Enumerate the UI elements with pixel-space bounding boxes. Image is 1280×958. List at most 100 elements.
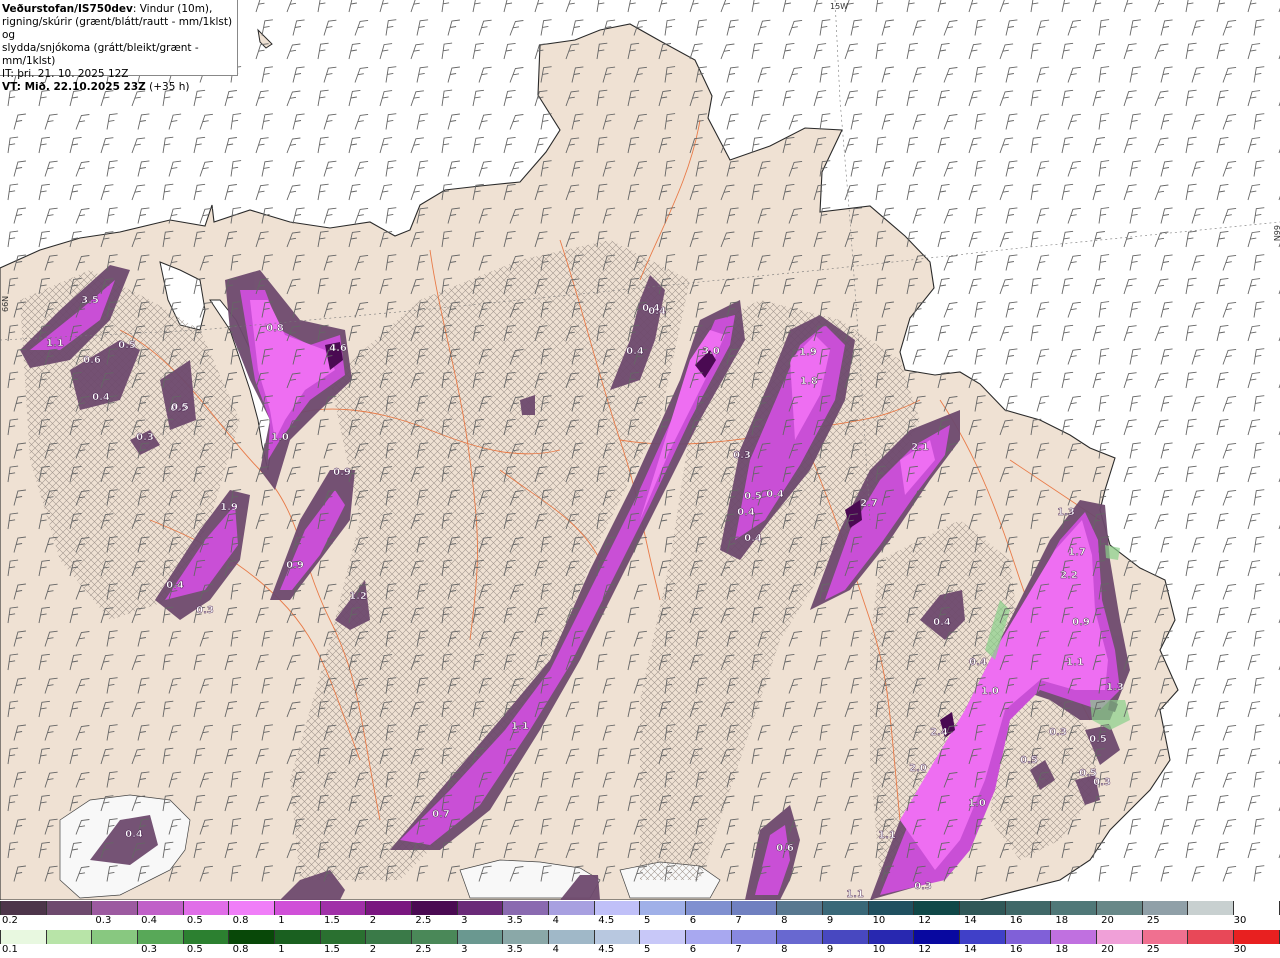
legend-swatch <box>46 930 93 944</box>
legend-swatch <box>183 901 230 915</box>
legend-swatch <box>1097 901 1143 915</box>
legend-swatch <box>457 901 504 915</box>
legend-label: 0.5 <box>186 944 203 955</box>
legend-swatch <box>412 901 458 915</box>
legend-swatch <box>275 901 321 915</box>
legend-label: 9 <box>826 944 834 955</box>
precip-value-label: 0.4 <box>125 829 143 840</box>
legend-label: 1.5 <box>324 915 340 926</box>
legend-label: 1.5 <box>324 944 340 955</box>
valid-time: VT: Mið. 22.10.2025 23Z <box>2 81 146 93</box>
legend-swatch <box>914 930 961 944</box>
precip-value-label: 1.1 <box>1066 657 1084 668</box>
legend-label: 3.5 <box>506 915 523 926</box>
legend-swatch <box>229 901 276 915</box>
legend-label: 30 <box>1233 915 1247 926</box>
legend-label: 4 <box>552 915 559 926</box>
precip-value-label: 1.1 <box>46 338 64 349</box>
legend-label: 3.5 <box>506 944 523 955</box>
legend-label: 6 <box>689 915 697 926</box>
legend-label: 18 <box>1055 944 1069 955</box>
legend-swatch <box>960 930 1006 944</box>
precip-value-label: 0.3 <box>1093 777 1111 788</box>
precip-value-label: 1.3 <box>1106 682 1124 693</box>
legend-swatch <box>777 930 824 944</box>
legend-swatch <box>138 901 184 915</box>
legend-swatch <box>1142 901 1189 915</box>
legend-swatch <box>0 901 47 915</box>
precip-value-label: 0.6 <box>776 843 794 854</box>
legend-label: 4.5 <box>598 915 615 926</box>
snow-legend-swatches <box>0 901 1280 915</box>
legend-swatch <box>183 930 230 944</box>
legend-label: 0.1 <box>2 944 18 955</box>
precip-value-label: 0.9 <box>333 467 351 478</box>
legend-swatch <box>0 930 47 944</box>
precip-value-label: 0.4 <box>648 306 666 317</box>
precip-value-label: 0.4 <box>766 489 784 500</box>
precip-value-label: 0.3 <box>733 450 751 461</box>
legend-swatch <box>823 901 869 915</box>
legend-label: 5 <box>644 944 651 955</box>
precip-value-label: 1.1 <box>846 889 864 900</box>
legend-label: 1 <box>278 915 285 926</box>
legend-swatch <box>503 901 550 915</box>
legend-swatch <box>640 901 687 915</box>
legend-swatch <box>1097 930 1143 944</box>
precip-value-label: 1.9 <box>799 347 817 358</box>
grid-label-15w: 15W <box>830 2 848 11</box>
precip-value-label: 3.5 <box>81 295 99 306</box>
legend-swatch <box>686 930 732 944</box>
precip-value-label: 0.3 <box>196 605 214 616</box>
legend-swatch <box>229 930 276 944</box>
snow-color-legend: 0.2 0.3 0.4 0.5 0.8 1 1.5 2 2.5 3 3.5 4 4.5 5 6 7 8 9 10 12… <box>0 900 1280 929</box>
legend-swatch <box>46 901 93 915</box>
precip-value-label: 1.1 <box>878 830 896 841</box>
precip-value-label: 0.3 <box>1049 727 1067 738</box>
precip-value-label: 0.3 <box>136 432 154 443</box>
legend-label: 4.5 <box>598 944 615 955</box>
precip-value-label: 2.0 <box>909 763 927 774</box>
legend-label: 8 <box>781 944 788 955</box>
legend-swatch <box>594 901 641 915</box>
forecast-map: 3.5 1.1 0.6 0.5 0.4 0.5 0.3 0.5 0.8 4.6 1.0 0.9 1.9 0… <box>0 0 1280 900</box>
legend-swatch <box>731 901 778 915</box>
legend-swatch <box>1005 901 1052 915</box>
precip-value-label: 0.4 <box>933 617 951 628</box>
precip-value-label: 1.0 <box>968 798 986 809</box>
precip-value-label: 0.9 <box>1072 617 1090 628</box>
legend-swatch <box>868 930 915 944</box>
legend-label: 0.5 <box>186 915 203 926</box>
legend-label: 10 <box>872 915 886 926</box>
legend-swatch <box>1188 901 1235 915</box>
precip-value-label: 1.0 <box>981 686 999 697</box>
legend-label: 0.8 <box>232 915 249 926</box>
precip-value-label: 1.1 <box>511 721 529 732</box>
legend-swatch <box>594 930 641 944</box>
legend-label: 0.4 <box>141 915 158 926</box>
legend-swatch <box>457 930 504 944</box>
legend-swatch <box>823 930 869 944</box>
legend-swatch <box>1051 930 1098 944</box>
precip-value-label: 2.4 <box>930 727 948 738</box>
legend-swatch <box>366 901 413 915</box>
model-name: Veðurstofan/IS750dev <box>2 3 133 15</box>
forecast-hour: (+35 h) <box>145 81 190 93</box>
initial-time: IT: þri. 21. 10. 2025 12Z <box>2 68 129 80</box>
rain-legend-labels: 0.1 0.3 0.5 0.8 1 1.5 2 2.5 3 3.5 4 4.5 5 6 7 8 9 10 12 14 1… <box>0 944 1280 958</box>
snow-legend-labels: 0.2 0.3 0.4 0.5 0.8 1 1.5 2 2.5 3 3.5 4 4.5 5 6 7 8 9 10 12… <box>0 915 1280 929</box>
legend-label: 5 <box>644 915 651 926</box>
legend-label: 2 <box>369 915 377 926</box>
grid-label-66n-right: 66N <box>1272 225 1280 241</box>
precip-value-label: 0.7 <box>432 809 450 820</box>
precip-value-label: 0.5 <box>1089 734 1107 745</box>
precip-value-label: 0.3 <box>914 881 932 892</box>
legend-swatch <box>1234 901 1280 915</box>
map-header: Veðurstofan/IS750dev: Vindur (10m), rign… <box>0 0 238 93</box>
legend-swatch <box>777 901 824 915</box>
valid-time-line: VT: Mið. 22.10.2025 23Z (+35 h) <box>2 81 237 94</box>
legend-swatch <box>868 901 915 915</box>
legend-swatch <box>640 930 687 944</box>
legend-swatch <box>549 901 595 915</box>
legend-label: 2 <box>369 944 377 955</box>
